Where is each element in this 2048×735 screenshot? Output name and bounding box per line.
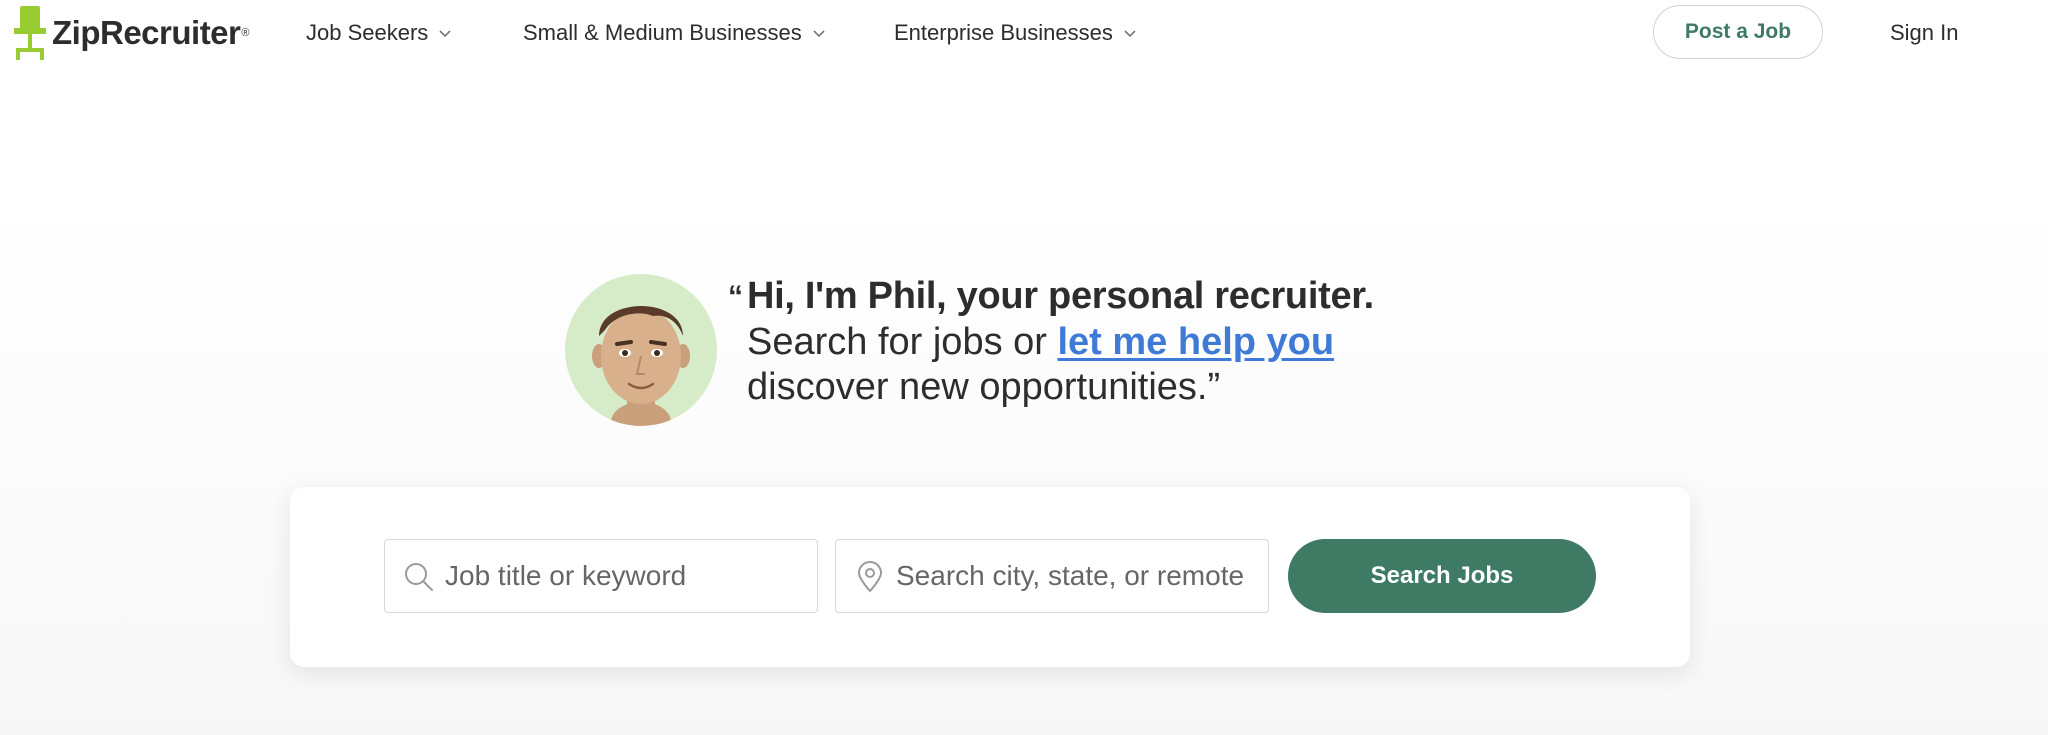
sign-in-link[interactable]: Sign In: [1890, 20, 1959, 46]
search-icon: [405, 563, 433, 591]
nav-job-seekers[interactable]: Job Seekers: [306, 20, 452, 46]
let-me-help-you-link[interactable]: let me help you: [1057, 321, 1334, 363]
nav-enterprise-businesses[interactable]: Enterprise Businesses: [894, 20, 1137, 46]
nav-enterprise-label: Enterprise Businesses: [894, 20, 1113, 45]
job-search-card: Search Jobs: [290, 487, 1690, 667]
hero-headline: Hi, I'm Phil, your personal recruiter.: [747, 275, 1374, 317]
chevron-down-icon: [439, 30, 451, 38]
hero-subline-end: discover new opportunities.”: [747, 366, 1221, 408]
location-input[interactable]: [896, 540, 1256, 612]
open-quote-mark: “: [728, 280, 743, 313]
ziprecruiter-logo[interactable]: ZipRecruiter ®: [14, 6, 249, 60]
phil-avatar: [565, 274, 717, 426]
chevron-down-icon: [1124, 30, 1136, 38]
chevron-down-icon: [813, 30, 825, 38]
nav-small-medium-businesses[interactable]: Small & Medium Businesses: [523, 20, 826, 46]
keyword-field[interactable]: [384, 539, 818, 613]
logo-wordmark: ZipRecruiter: [52, 14, 241, 51]
location-field[interactable]: [835, 539, 1269, 613]
chair-logo-icon: [14, 6, 46, 60]
hero-subline: Search for jobs or let me help you: [747, 321, 1334, 364]
registered-mark: ®: [241, 27, 250, 39]
keyword-input[interactable]: [445, 540, 805, 612]
post-a-job-button[interactable]: Post a Job: [1653, 5, 1823, 59]
hero-subline-prefix: Search for jobs or: [747, 321, 1058, 363]
nav-smb-label: Small & Medium Businesses: [523, 20, 802, 45]
search-jobs-button[interactable]: Search Jobs: [1288, 539, 1596, 613]
top-navigation: ZipRecruiter ® Job Seekers Small & Mediu…: [0, 0, 2048, 66]
nav-job-seekers-label: Job Seekers: [306, 20, 429, 45]
recruiter-face-icon: [592, 306, 690, 426]
location-pin-icon: [857, 561, 883, 593]
